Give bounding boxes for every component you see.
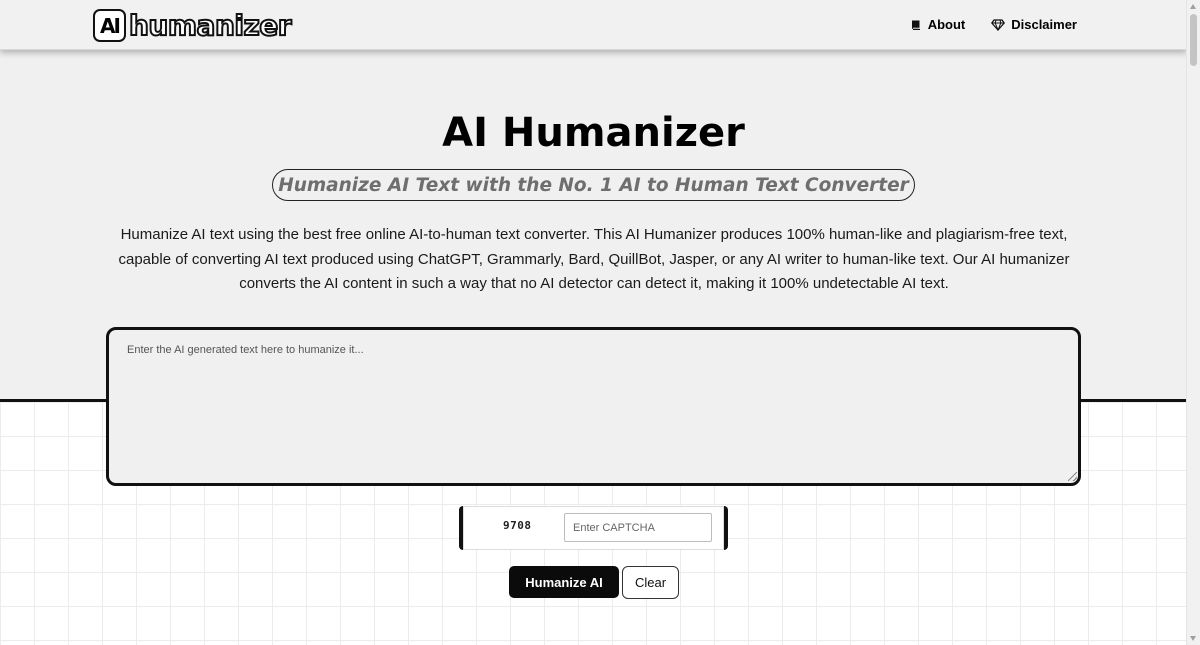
page-scrollbar[interactable] bbox=[1186, 0, 1200, 645]
captcha-code: 9708 bbox=[503, 519, 532, 532]
captcha-input[interactable] bbox=[564, 513, 712, 542]
main-nav: About Disclaimer bbox=[910, 17, 1077, 32]
logo-badge: AI bbox=[93, 9, 126, 42]
page: AI humanizer About Disclaimer AI Humaniz… bbox=[0, 0, 1200, 645]
nav-about-label: About bbox=[927, 17, 966, 32]
page-subtitle: Humanize AI Text with the No. 1 AI to Hu… bbox=[272, 169, 915, 201]
ai-text-input[interactable] bbox=[106, 327, 1081, 486]
nav-about-link[interactable]: About bbox=[910, 17, 966, 32]
scroll-up-arrow-icon[interactable] bbox=[1190, 4, 1196, 9]
clear-button[interactable]: Clear bbox=[622, 566, 679, 599]
nav-disclaimer-link[interactable]: Disclaimer bbox=[991, 17, 1077, 32]
scroll-thumb[interactable] bbox=[1190, 14, 1197, 66]
textarea-resize-handle[interactable] bbox=[1068, 472, 1077, 481]
captcha-container: 9708 bbox=[459, 506, 728, 550]
logo-wordmark: humanizer bbox=[128, 8, 293, 42]
book-icon bbox=[910, 19, 922, 31]
intro-description: Humanize AI text using the best free onl… bbox=[118, 226, 1070, 292]
top-navbar: AI humanizer About Disclaimer bbox=[0, 0, 1187, 50]
site-logo[interactable]: AI humanizer bbox=[93, 7, 293, 44]
page-title: AI Humanizer bbox=[442, 110, 745, 156]
diamond-icon bbox=[991, 18, 1006, 31]
humanize-button[interactable]: Humanize AI bbox=[509, 566, 619, 598]
scroll-down-arrow-icon[interactable] bbox=[1190, 636, 1196, 641]
nav-disclaimer-label: Disclaimer bbox=[1011, 17, 1077, 32]
